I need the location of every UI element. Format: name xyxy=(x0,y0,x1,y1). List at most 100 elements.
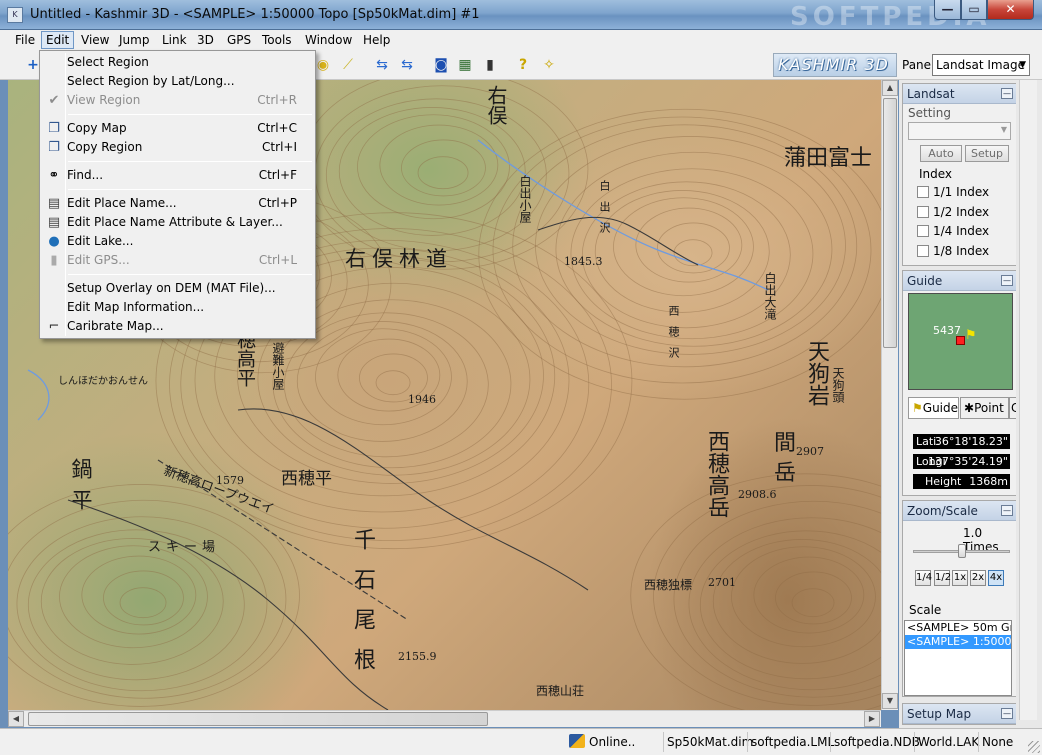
menu-tools[interactable]: Tools xyxy=(258,31,296,49)
location-marker-icon xyxy=(956,336,965,345)
scroll-left-button[interactable]: ◀ xyxy=(8,711,24,727)
menu-item-edit-gps[interactable]: ▮ Edit GPS... Ctrl+L xyxy=(42,251,313,270)
setup-map-header[interactable]: Setup Map — xyxy=(903,704,1016,724)
side-scroll-track[interactable] xyxy=(1019,80,1037,720)
index-label: Index xyxy=(919,167,953,181)
zoom-1x-button[interactable]: 1x xyxy=(952,570,968,586)
checkbox[interactable] xyxy=(917,225,929,237)
guide-header[interactable]: Guide — xyxy=(903,271,1016,291)
index-checkbox-1[interactable]: 1/1 Index xyxy=(917,183,989,201)
menu-item-label: Find... xyxy=(67,168,104,182)
auto-button[interactable]: Auto xyxy=(920,145,962,162)
edit-icon: ▤ xyxy=(47,196,61,211)
gps-device-icon[interactable]: ▮ xyxy=(481,56,499,74)
menu-item-shortcut: Ctrl+C xyxy=(257,121,297,135)
minimize-button[interactable]: — xyxy=(934,0,961,20)
menu-jump[interactable]: Jump xyxy=(115,31,153,49)
checkbox[interactable] xyxy=(917,245,929,257)
menu-gps[interactable]: GPS xyxy=(223,31,255,49)
menu-item-calibrate-map[interactable]: ⌐ Caribrate Map... xyxy=(42,317,313,336)
resize-grip[interactable] xyxy=(1028,741,1040,753)
status-lak-file: World.LAK xyxy=(914,732,982,752)
landsat-title: Landsat xyxy=(907,87,955,101)
measure-icon[interactable]: ◉ xyxy=(314,56,332,74)
setting-combo[interactable]: ▼ xyxy=(908,122,1011,140)
back-icon[interactable]: ⇆ xyxy=(373,56,391,74)
help-icon[interactable]: ? xyxy=(514,56,532,74)
landsat-header[interactable]: Landsat — xyxy=(903,84,1016,104)
zoom-2x-button[interactable]: 2x xyxy=(970,570,986,586)
forward-icon[interactable]: ⇆ xyxy=(398,56,416,74)
zoom-half-button[interactable]: 1/2 xyxy=(934,570,951,586)
horizontal-scroll-thumb[interactable] xyxy=(28,712,488,726)
checkbox[interactable] xyxy=(917,186,929,198)
index-checkbox-2[interactable]: 1/2 Index xyxy=(917,203,989,221)
context-help-icon[interactable]: ✧ xyxy=(540,56,558,74)
contour-line xyxy=(775,571,852,625)
contour-line xyxy=(635,207,743,283)
scale-option-selected[interactable]: <SAMPLE> 1:50000 T xyxy=(905,635,1011,649)
binoculars-icon: ⚭ xyxy=(48,168,60,183)
menu-item-find[interactable]: ⚭ Find... Ctrl+F xyxy=(42,166,313,185)
menu-item-copy-region[interactable]: ❐ Copy Region Ctrl+I xyxy=(42,138,313,157)
guide-minimap[interactable]: 5437 ⚑ xyxy=(908,293,1013,390)
panel-select-value: Landsat Image xyxy=(936,58,1025,72)
map-horizontal-scrollbar[interactable]: ◀ ▶ xyxy=(8,710,881,727)
menu-item-label: Edit Place Name... xyxy=(67,196,177,210)
scale-list[interactable]: <SAMPLE> 50m Grid I <SAMPLE> 1:50000 T xyxy=(904,620,1012,696)
menu-item-select-region[interactable]: Select Region xyxy=(42,53,313,72)
menu-item-setup-overlay[interactable]: Setup Overlay on DEM (MAT File)... xyxy=(42,279,313,298)
contour-line xyxy=(673,239,713,267)
tab-guide[interactable]: ⚑Guide xyxy=(908,397,959,419)
checkbox[interactable] xyxy=(917,206,929,218)
collapse-icon[interactable]: — xyxy=(1001,505,1013,516)
maximize-button[interactable]: ▭ xyxy=(961,0,987,20)
menu-item-edit-lake[interactable]: ● Edit Lake... xyxy=(42,232,313,251)
menu-edit[interactable]: Edit xyxy=(41,31,75,49)
menu-file[interactable]: File xyxy=(11,31,39,49)
collapse-icon[interactable]: — xyxy=(1001,88,1013,99)
contour-line xyxy=(379,124,499,206)
menu-item-edit-place-attribute[interactable]: ▤ Edit Place Name Attribute & Layer... xyxy=(42,213,313,232)
zoom-scale-header[interactable]: Zoom/Scale — xyxy=(903,501,1016,521)
menu-link[interactable]: Link xyxy=(158,31,191,49)
map-label: 西穂高岳 xyxy=(704,430,729,518)
scroll-down-button[interactable]: ▼ xyxy=(882,693,898,709)
panel-select[interactable]: Landsat Image ▼ xyxy=(932,54,1030,76)
setup-button[interactable]: Setup xyxy=(965,145,1009,162)
menu-item-select-region-latlong[interactable]: Select Region by Lat/Long... xyxy=(42,72,313,91)
zoom-quarter-button[interactable]: 1/4 xyxy=(915,570,932,586)
map-label: 1946 xyxy=(408,393,436,406)
ruler-icon[interactable]: ⟋ xyxy=(339,56,357,74)
scroll-up-button[interactable]: ▲ xyxy=(882,80,898,96)
collapse-icon[interactable]: — xyxy=(1001,708,1013,719)
index-checkbox-4[interactable]: 1/4 Index xyxy=(917,222,989,240)
side-scrollbar[interactable] xyxy=(1016,80,1042,728)
menu-item-edit-place-name[interactable]: ▤ Edit Place Name... Ctrl+P xyxy=(42,194,313,213)
status-dim-file: Sp50kMat.dim xyxy=(663,732,756,752)
menu-window[interactable]: Window xyxy=(301,31,356,49)
zoom-4x-button[interactable]: 4x xyxy=(988,570,1004,586)
zoom-slider-thumb[interactable] xyxy=(957,544,966,558)
scroll-right-button[interactable]: ▶ xyxy=(864,711,880,727)
close-button[interactable]: ✕ xyxy=(987,0,1034,20)
app-icon[interactable]: K xyxy=(7,7,23,23)
collapse-icon[interactable]: — xyxy=(1001,275,1013,286)
menu-item-view-region[interactable]: ✔ View Region Ctrl+R xyxy=(42,91,313,110)
status-lml-file: softpedia.LML xyxy=(747,732,837,752)
menu-view[interactable]: View xyxy=(77,31,113,49)
scale-option[interactable]: <SAMPLE> 50m Grid I xyxy=(905,621,1011,635)
menu-item-edit-map-info[interactable]: Edit Map Information... xyxy=(42,298,313,317)
setup-map-title: Setup Map xyxy=(907,707,972,721)
guide-pane: Guide — 5437 ⚑ ⚑Guide ✱Point C Lati. 36°… xyxy=(902,270,1019,496)
menu-item-copy-map[interactable]: ❐ Copy Map Ctrl+C xyxy=(42,119,313,138)
vertical-scroll-thumb[interactable] xyxy=(883,98,897,348)
menu-3d[interactable]: 3D xyxy=(193,31,218,49)
tab-point[interactable]: ✱Point xyxy=(960,397,1009,419)
camera-icon[interactable]: ◙ xyxy=(432,56,450,74)
index-checkbox-8[interactable]: 1/8 Index xyxy=(917,242,989,260)
film-icon[interactable]: ▦ xyxy=(456,56,474,74)
map-vertical-scrollbar[interactable]: ▲ ▼ xyxy=(881,80,898,710)
contour-line xyxy=(753,556,865,634)
menu-help[interactable]: Help xyxy=(359,31,394,49)
